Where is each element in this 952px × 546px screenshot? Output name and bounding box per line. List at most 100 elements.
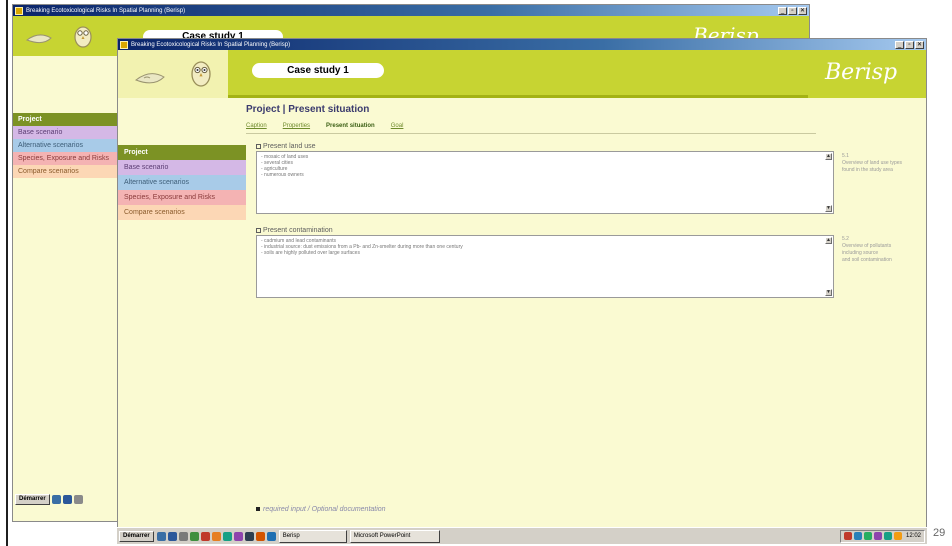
desktop-icon[interactable] <box>73 494 83 504</box>
present-contamination-label: Present contamination <box>256 227 333 234</box>
app-icon[interactable] <box>233 531 243 541</box>
minimize-button[interactable]: _ <box>778 6 787 15</box>
browser-icon[interactable] <box>51 494 61 504</box>
input-legend: required input / Optional documentation <box>256 506 386 513</box>
owl-logo <box>118 50 228 98</box>
textarea-scrollbar[interactable]: ▲ ▼ <box>825 237 832 296</box>
back-nav-base-scenario[interactable]: Base scenario <box>13 126 117 139</box>
network-icon[interactable] <box>883 532 892 540</box>
volume-icon[interactable] <box>893 532 902 540</box>
note-line: 5.2 <box>842 236 849 242</box>
scroll-up-icon[interactable]: ▲ <box>825 237 832 244</box>
tab-properties[interactable]: Properties <box>283 123 310 129</box>
back-nav-compare-scenarios[interactable]: Compare scenarios <box>13 165 117 178</box>
tray-icon[interactable] <box>853 532 862 540</box>
scroll-down-icon[interactable]: ▼ <box>825 205 832 212</box>
scroll-up-icon[interactable]: ▲ <box>825 153 832 160</box>
main-window-titlebar[interactable]: Breaking Ecotoxicological Risks In Spati… <box>118 39 926 50</box>
app-icon <box>120 40 128 49</box>
back-sidebar: Project Base scenario Alternative scenar… <box>13 113 117 178</box>
land-use-help-note[interactable]: 5.1 Overview of land use types found in … <box>842 153 902 174</box>
header-strip <box>228 95 808 98</box>
page-title: Project | Present situation <box>246 104 370 115</box>
case-study-pill: Case study 1 <box>252 63 384 78</box>
app-icon[interactable] <box>244 531 254 541</box>
note-line: found in the study area <box>842 167 893 173</box>
owl-bird-icon <box>135 61 211 87</box>
slide: Breaking Ecotoxicological Risks In Spati… <box>0 0 952 546</box>
owl-logo <box>13 16 105 56</box>
slide-left-border <box>6 0 8 546</box>
minimize-button[interactable]: _ <box>895 40 904 49</box>
note-line: Overview of pollutants <box>842 243 892 249</box>
powerpoint-icon[interactable] <box>211 531 221 541</box>
main-window-title: Breaking Ecotoxicological Risks In Spati… <box>131 41 291 48</box>
note-line: Overview of land use types <box>842 160 903 166</box>
start-button[interactable]: Démarrer <box>119 530 154 542</box>
clock[interactable]: 12:02 <box>906 533 921 539</box>
tray-icon[interactable] <box>843 532 852 540</box>
text-line: - numerous owners <box>261 172 304 178</box>
app-icon[interactable] <box>255 531 265 541</box>
present-land-use-textarea[interactable]: - mosaic of land uses - several cities -… <box>256 151 834 214</box>
contamination-help-note[interactable]: 5.2 Overview of pollutants including sou… <box>842 236 892 264</box>
browser-icon[interactable] <box>156 531 166 541</box>
app-header: Case study 1 Berisp <box>118 50 926 98</box>
maximize-button[interactable]: ▫ <box>788 6 797 15</box>
section-label-text: Present contamination <box>263 227 333 234</box>
sidebar: Project Base scenario Alternative scenar… <box>118 145 246 220</box>
note-line: and soil contamination <box>842 257 892 263</box>
explorer-icon[interactable] <box>189 531 199 541</box>
desktop-icon[interactable] <box>178 531 188 541</box>
sidebar-item-species-exposure-risks[interactable]: Species, Exposure and Risks <box>118 190 246 205</box>
taskbar-item-powerpoint[interactable]: Microsoft PowerPoint <box>349 529 440 543</box>
scroll-down-icon[interactable]: ▼ <box>825 289 832 296</box>
back-nav-species-exposure-risks[interactable]: Species, Exposure and Risks <box>13 152 117 165</box>
system-tray: 12:02 <box>839 529 925 543</box>
present-contamination-textarea[interactable]: - cadmium and lead contaminants - indust… <box>256 235 834 298</box>
slide-number: 29 <box>933 527 946 539</box>
app-icon[interactable] <box>222 531 232 541</box>
collapse-toggle-icon[interactable] <box>256 227 261 233</box>
subtab-bar: Caption Properties Present situation Goa… <box>246 123 403 129</box>
input-legend-text: required input / Optional documentation <box>263 506 386 513</box>
berisp-logo: Berisp <box>825 60 898 85</box>
sidebar-item-project[interactable]: Project <box>118 145 246 160</box>
tab-caption[interactable]: Caption <box>246 123 267 129</box>
taskbar-item-berisp[interactable]: Berisp <box>278 529 347 543</box>
present-land-use-label: Present land use <box>256 143 316 150</box>
tray-icon[interactable] <box>873 532 882 540</box>
back-taskbar: Démarrer <box>13 491 117 507</box>
note-line: 5.1 <box>842 153 849 159</box>
tabs-divider <box>246 133 816 134</box>
close-button[interactable]: ✕ <box>798 6 807 15</box>
collapse-toggle-icon[interactable] <box>256 143 261 149</box>
tab-present-situation[interactable]: Present situation <box>326 123 375 129</box>
windows-taskbar: Démarrer Berisp Microsoft PowerPoint 12:… <box>117 527 927 544</box>
word-icon[interactable] <box>167 531 177 541</box>
main-window[interactable]: Breaking Ecotoxicological Risks In Spati… <box>117 38 927 544</box>
back-nav-alternative-scenarios[interactable]: Alternative scenarios <box>13 139 117 152</box>
maximize-button[interactable]: ▫ <box>905 40 914 49</box>
back-window-titlebar[interactable]: Breaking Ecotoxicological Risks In Spati… <box>13 5 809 16</box>
back-nav-project[interactable]: Project <box>13 113 117 126</box>
back-start-button[interactable]: Démarrer <box>15 493 50 505</box>
tab-goal[interactable]: Goal <box>391 123 404 129</box>
acrobat-icon[interactable] <box>200 531 210 541</box>
section-label-text: Present land use <box>263 143 316 150</box>
text-line: - soils are highly polluted over large s… <box>261 250 360 256</box>
textarea-scrollbar[interactable]: ▲ ▼ <box>825 153 832 212</box>
tray-icon[interactable] <box>863 532 872 540</box>
close-button[interactable]: ✕ <box>915 40 924 49</box>
back-window-title: Breaking Ecotoxicological Risks In Spati… <box>26 7 186 14</box>
sidebar-item-base-scenario[interactable]: Base scenario <box>118 160 246 175</box>
note-line: including source <box>842 250 879 256</box>
app-icon <box>15 6 23 15</box>
owl-bird-icon <box>25 26 92 48</box>
r-app-icon[interactable] <box>266 531 276 541</box>
word-icon[interactable] <box>62 494 72 504</box>
sidebar-item-alternative-scenarios[interactable]: Alternative scenarios <box>118 175 246 190</box>
quick-launch <box>156 531 276 541</box>
required-marker-icon <box>256 507 260 512</box>
sidebar-item-compare-scenarios[interactable]: Compare scenarios <box>118 205 246 220</box>
